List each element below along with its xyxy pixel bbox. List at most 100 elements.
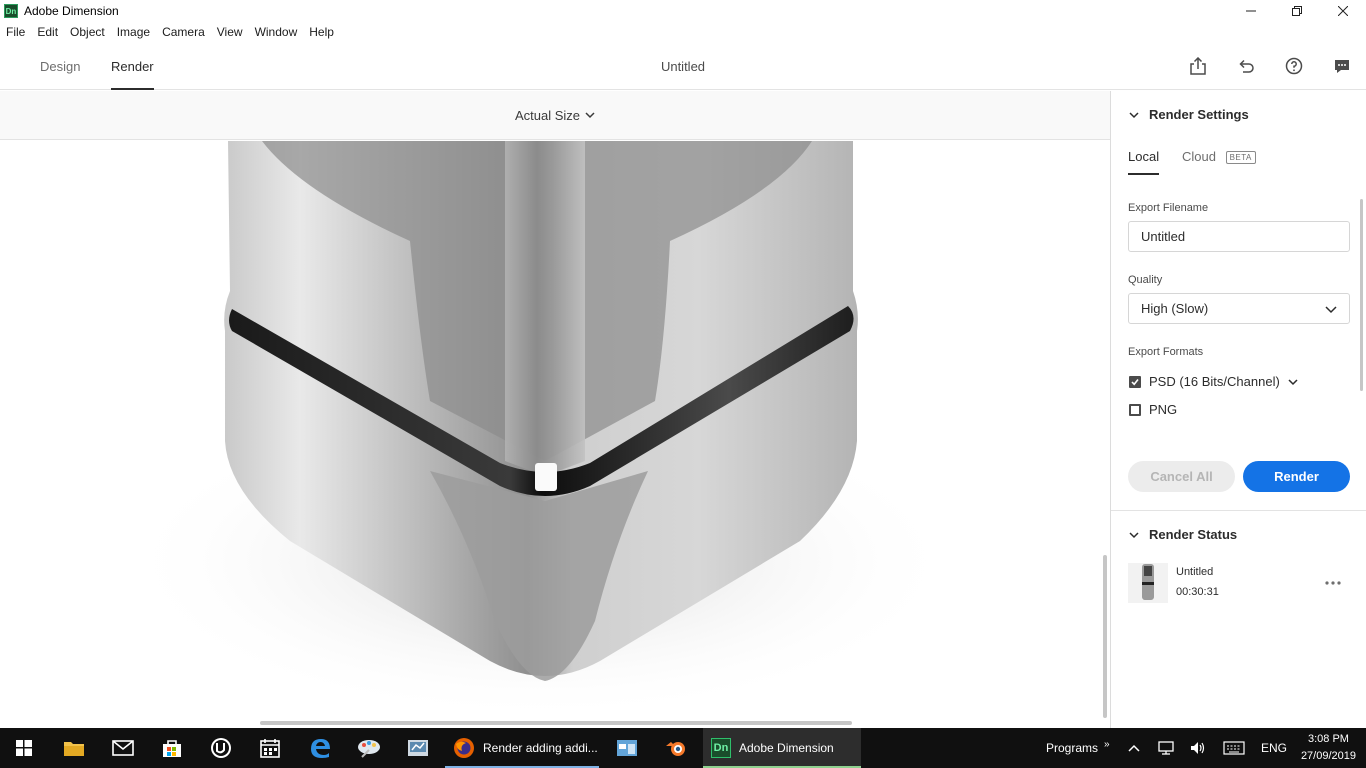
programs-toolbar[interactable]: Programs [1046,728,1098,768]
taskbar: Render adding addi... Dn Adobe Dimension… [0,728,1366,768]
render-item-time: 00:30:31 [1176,586,1219,598]
render-status-header[interactable]: Render Status [1129,527,1237,542]
paint-taskbar[interactable] [345,728,393,768]
paint-palette-icon [358,740,380,758]
psd-label: PSD (16 Bits/Channel) [1149,374,1280,389]
network-tray[interactable] [1158,728,1176,768]
menu-view[interactable]: View [211,25,249,39]
taskbar-app-dimension[interactable]: Dn Adobe Dimension [703,728,861,768]
clock-date: 27/09/2019 [1300,750,1356,762]
share-icon [1190,57,1206,75]
render-thumbnail-image [1142,564,1154,600]
tray-overflow-button[interactable] [1128,728,1140,768]
format-png-row[interactable]: PNG [1129,402,1177,417]
canvas-vertical-scrollbar[interactable] [1103,555,1107,718]
share-button[interactable] [1186,54,1210,78]
mail-taskbar[interactable] [99,728,147,768]
menu-object[interactable]: Object [64,25,111,39]
more-options-button[interactable] [1324,573,1342,591]
blender-taskbar[interactable] [652,728,700,768]
cancel-all-button[interactable]: Cancel All [1128,461,1235,492]
calendar-icon [260,739,280,758]
windows-start-icon [16,740,32,756]
mail-icon [112,740,134,756]
edge-taskbar[interactable] [296,728,344,768]
menu-camera[interactable]: Camera [156,25,211,39]
feedback-button[interactable] [1330,54,1354,78]
close-icon [1338,6,1348,16]
clock[interactable]: 3:08 PM 27/09/2019 [1301,731,1356,765]
png-label: PNG [1149,402,1178,417]
file-explorer-taskbar[interactable] [50,728,98,768]
panel-scrollbar[interactable] [1360,199,1363,391]
tab-cloud[interactable]: Cloud BETA [1182,149,1256,175]
taskbar-app-label: Adobe Dimension [739,741,834,755]
store-icon [163,740,181,757]
png-checkbox[interactable] [1129,403,1141,416]
menu-edit[interactable]: Edit [31,25,64,39]
firefox-icon [454,738,474,758]
tab-local[interactable]: Local [1128,149,1160,175]
window-app-icon [617,740,637,756]
chevron-up-icon [1128,744,1140,752]
zoom-label: Actual Size [514,107,581,123]
render-item-name: Untitled [1176,566,1214,578]
restore-button[interactable] [1274,0,1320,22]
keyboard-icon [1223,741,1245,755]
help-button[interactable] [1282,54,1306,78]
menu-file[interactable]: File [0,25,31,39]
restore-icon [1292,6,1302,16]
chevron-down-icon [585,112,595,119]
minimize-button[interactable] [1228,0,1274,22]
render-status-title: Render Status [1149,527,1238,542]
dimension-logo-icon: Dn [4,4,18,18]
toolbar-expand-icon[interactable]: » [1104,724,1110,764]
quality-label: Quality [1128,274,1163,286]
store-taskbar[interactable] [148,728,196,768]
undo-button[interactable] [1234,54,1258,78]
menu-window[interactable]: Window [249,25,304,39]
psd-checkbox[interactable] [1129,375,1141,388]
panel-divider [1111,510,1366,511]
render-thumbnail[interactable] [1128,563,1168,603]
calendar-taskbar[interactable] [246,728,294,768]
window-title: Adobe Dimension [24,4,119,18]
rendered-product-image [120,141,960,719]
quality-select[interactable]: High (Slow) [1128,293,1350,324]
render-settings-header[interactable]: Render Settings [1129,107,1249,122]
menu-help[interactable]: Help [303,25,340,39]
blender-icon [666,742,685,756]
canvas-toolbar: Actual Size [0,91,1110,140]
beta-badge: BETA [1225,151,1256,165]
tab-design[interactable]: Design [40,42,80,90]
chevron-down-icon[interactable] [1288,377,1298,387]
start-button[interactable] [0,728,48,768]
control-panel-taskbar[interactable] [394,728,442,768]
menu-image[interactable]: Image [111,25,156,39]
format-psd-row[interactable]: PSD (16 Bits/Channel) [1129,374,1298,389]
control-panel-icon [408,740,428,756]
render-button[interactable]: Render [1243,461,1350,492]
close-button[interactable] [1320,0,1366,22]
dimension-app-icon: Dn [711,738,731,758]
render-canvas[interactable] [0,141,1103,719]
keyboard-tray[interactable] [1223,728,1245,768]
taskbar-app-firefox[interactable]: Render adding addi... [445,728,599,768]
clock-time: 3:08 PM [1307,733,1349,745]
quality-value: High (Slow) [1141,301,1209,316]
language-indicator[interactable]: ENG [1261,728,1287,768]
volume-icon [1191,742,1205,754]
export-formats-label: Export Formats [1128,346,1204,358]
volume-tray[interactable] [1190,728,1206,768]
title-bar: Dn Adobe Dimension [0,0,1366,22]
document-title: Untitled [660,58,706,74]
render-settings-title: Render Settings [1149,107,1249,122]
tab-render[interactable]: Render [111,42,154,90]
unreal-taskbar[interactable] [197,728,245,768]
network-icon [1158,741,1174,755]
finder-taskbar[interactable] [603,728,651,768]
minimize-icon [1246,10,1256,12]
export-filename-input[interactable]: Untitled [1128,221,1350,252]
canvas-horizontal-scrollbar[interactable] [260,721,852,725]
zoom-dropdown[interactable]: Actual Size [515,108,595,123]
